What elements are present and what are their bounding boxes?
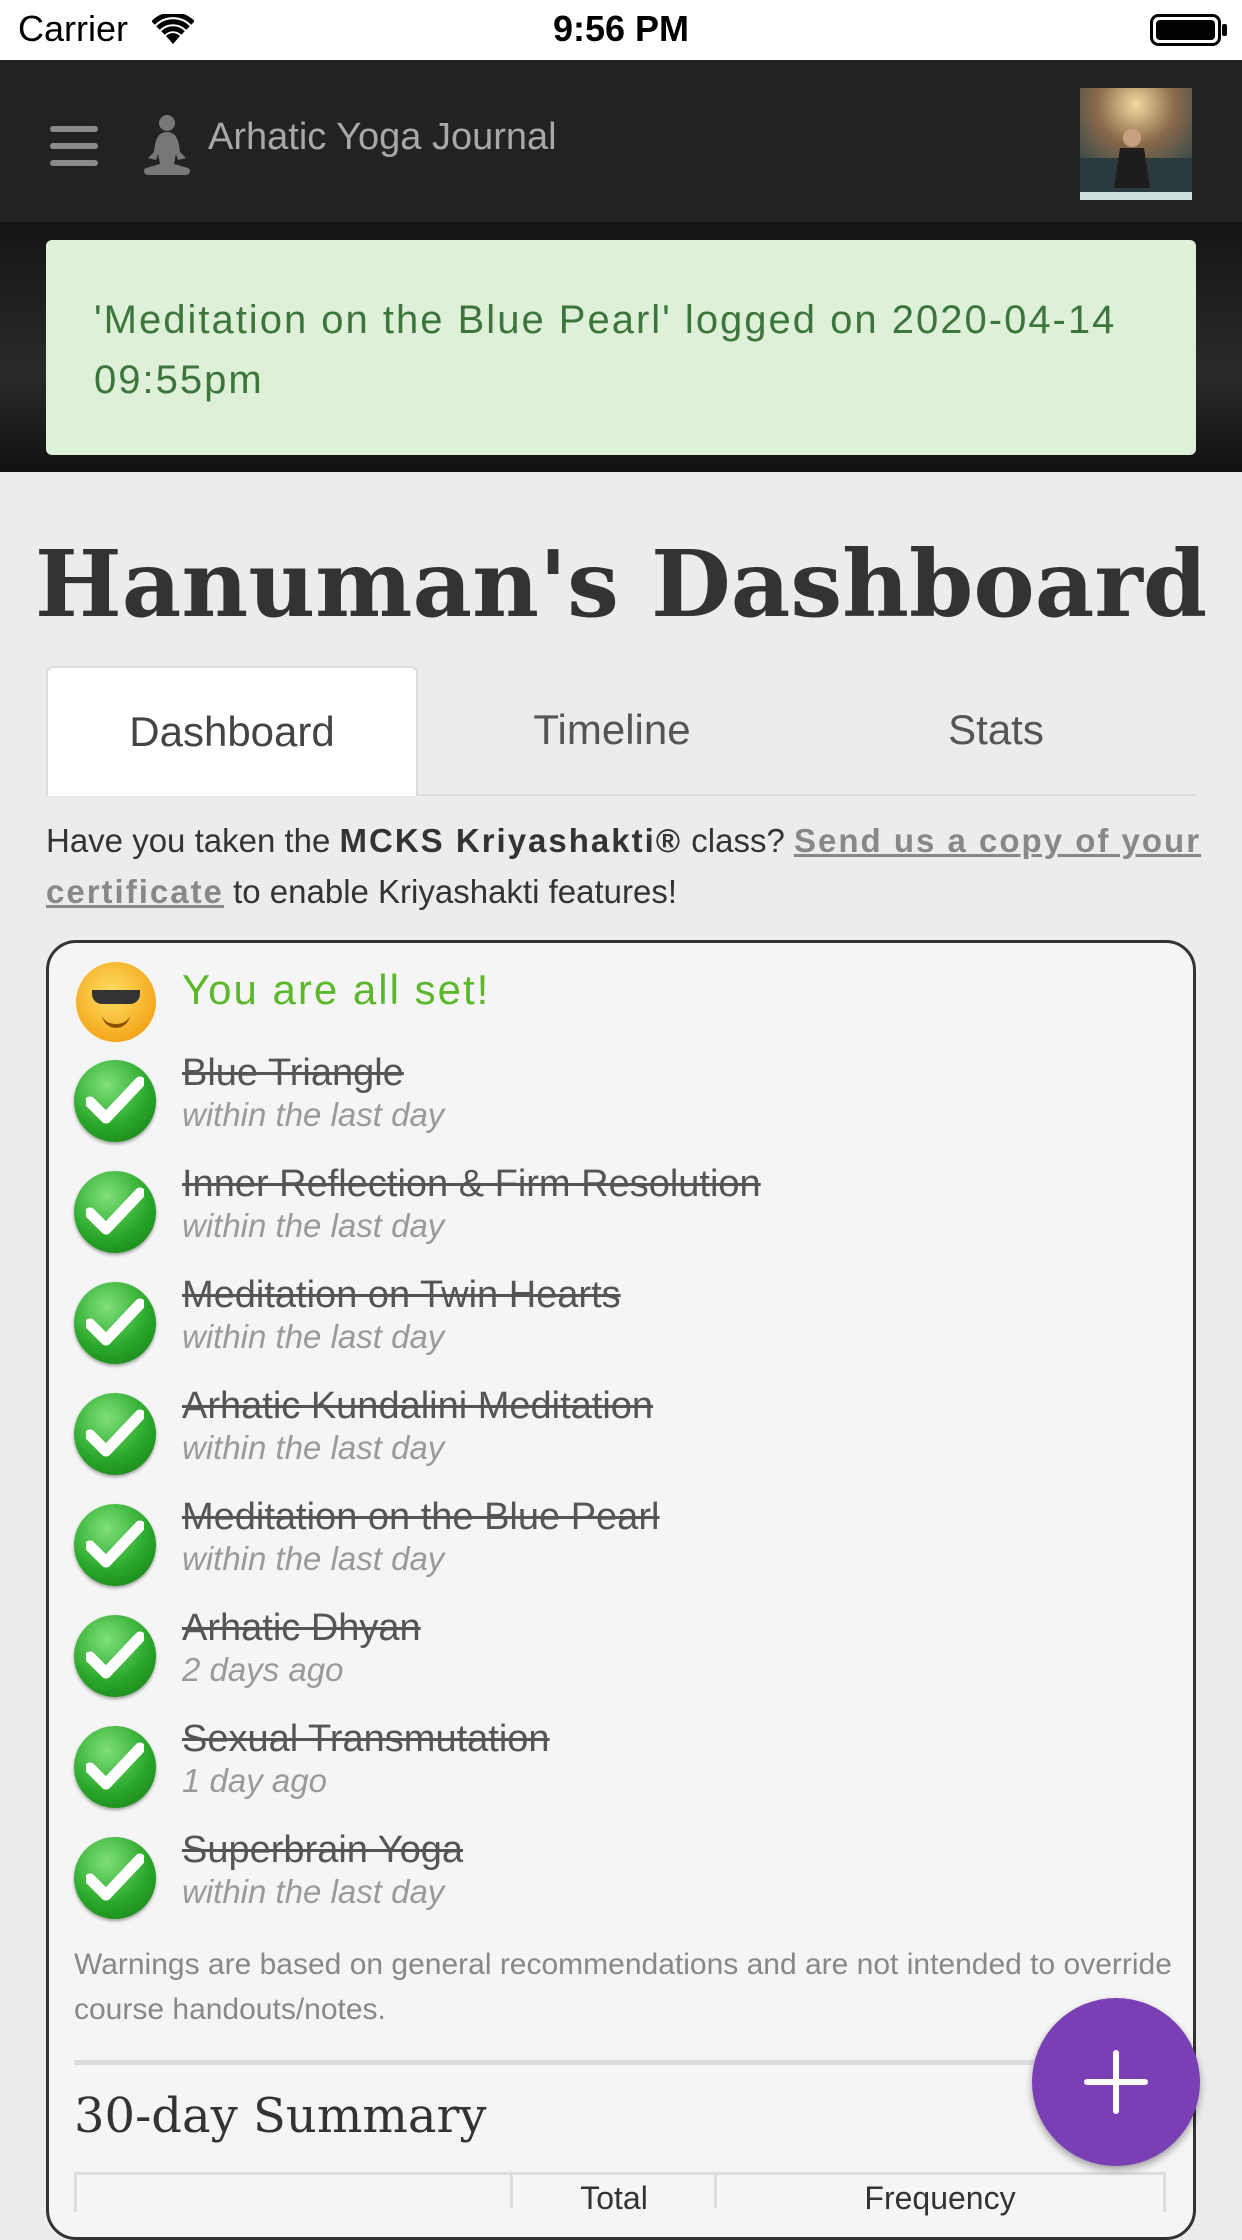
practice-name: Arhatic Dhyan	[182, 1607, 421, 1649]
summary-title: 30-day Summary	[74, 2088, 487, 2144]
all-set-heading: You are all set!	[182, 966, 491, 1013]
divider	[74, 2060, 1166, 2065]
practice-name: Meditation on Twin Hearts	[182, 1274, 621, 1316]
kriyashakti-middle: class?	[682, 822, 794, 859]
warning-note: Warnings are based on general recommenda…	[74, 1948, 1172, 2026]
practice-when: within the last day	[182, 1429, 445, 1466]
practice-when: within the last day	[182, 1096, 445, 1133]
table-column-divider	[510, 2172, 513, 2208]
table-column-divider	[714, 2172, 717, 2208]
practice-when: within the last day	[182, 1873, 445, 1910]
practice-name: Superbrain Yoga	[182, 1829, 464, 1871]
list-item: Meditation on the Blue Pearl within the …	[74, 1496, 1174, 1596]
check-icon	[74, 1837, 156, 1919]
kriyashakti-class-name: MCKS Kriyashakti®	[339, 822, 683, 859]
menu-icon[interactable]	[50, 126, 98, 166]
list-item: Inner Reflection & Firm Resolution withi…	[74, 1163, 1174, 1263]
status-bar: Carrier 9:56 PM	[0, 0, 1242, 60]
tab-stats[interactable]: Stats	[806, 666, 1186, 794]
table-header-frequency: Frequency	[864, 2180, 1016, 2216]
list-item: Meditation on Twin Hearts within the las…	[74, 1274, 1174, 1374]
practice-name: Arhatic Kundalini Meditation	[182, 1385, 654, 1427]
practice-when: 2 days ago	[182, 1651, 344, 1688]
practice-when: within the last day	[182, 1540, 445, 1577]
check-icon	[74, 1060, 156, 1142]
sunglasses-sun-icon	[76, 962, 156, 1042]
practice-name: Inner Reflection & Firm Resolution	[182, 1163, 761, 1205]
check-icon	[74, 1504, 156, 1586]
yogi-logo-icon[interactable]	[138, 112, 196, 178]
navbar: Arhatic Yoga Journal	[0, 60, 1242, 224]
check-icon	[74, 1615, 156, 1697]
plus-icon-vertical	[1113, 2050, 1119, 2114]
check-icon	[74, 1393, 156, 1475]
list-item: Superbrain Yoga within the last day	[74, 1829, 1174, 1929]
check-icon	[74, 1171, 156, 1253]
avatar[interactable]	[1080, 88, 1192, 200]
practice-name: Blue Triangle	[182, 1052, 404, 1094]
page-title: Hanuman's Dashboard	[34, 530, 1208, 638]
battery-icon	[1150, 14, 1227, 46]
check-icon	[74, 1726, 156, 1808]
list-item: Arhatic Kundalini Meditation within the …	[74, 1385, 1174, 1485]
list-item: Sexual Transmutation 1 day ago	[74, 1718, 1174, 1818]
practice-name: Sexual Transmutation	[182, 1718, 550, 1760]
kriyashakti-prefix: Have you taken the	[46, 822, 340, 859]
list-item: Arhatic Dhyan 2 days ago	[74, 1607, 1174, 1707]
success-alert: 'Meditation on the Blue Pearl' logged on…	[46, 240, 1196, 455]
check-icon	[74, 1282, 156, 1364]
practice-when: within the last day	[182, 1318, 445, 1355]
table-header-total: Total	[580, 2180, 648, 2216]
tab-bar: Dashboard Timeline Stats	[46, 666, 1196, 796]
practice-when: 1 day ago	[182, 1762, 327, 1799]
tab-timeline[interactable]: Timeline	[422, 666, 802, 794]
list-item: Blue Triangle within the last day	[74, 1052, 1174, 1152]
tab-dashboard[interactable]: Dashboard	[46, 666, 418, 796]
practice-name: Meditation on the Blue Pearl	[182, 1496, 660, 1538]
practice-when: within the last day	[182, 1207, 445, 1244]
add-entry-button[interactable]	[1032, 1998, 1200, 2166]
kriyashakti-notice: Have you taken the MCKS Kriyashakti® cla…	[46, 815, 1206, 917]
kriyashakti-suffix: to enable Kriyashakti features!	[223, 873, 678, 910]
brand-title[interactable]: Arhatic Yoga Journal	[208, 116, 557, 159]
clock: 9:56 PM	[552, 8, 690, 49]
